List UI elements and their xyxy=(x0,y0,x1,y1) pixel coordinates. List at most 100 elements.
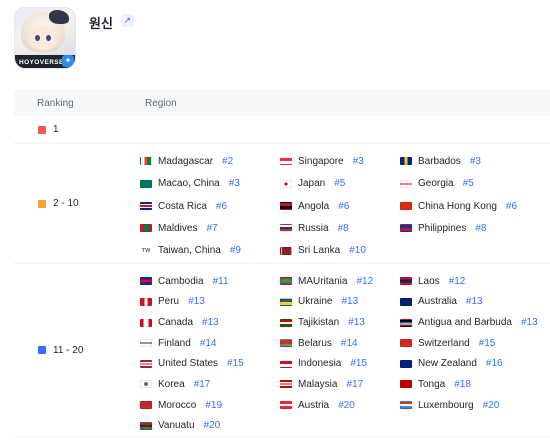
region-item: Philippines #8 xyxy=(400,218,550,239)
rank-range-label: 1 xyxy=(53,124,59,135)
region-rank-link[interactable]: #12 xyxy=(449,276,466,287)
flag-icon xyxy=(280,339,292,348)
region-rank-link[interactable]: #14 xyxy=(200,338,217,349)
region-name: United States xyxy=(158,358,219,370)
flag-icon xyxy=(280,318,292,327)
region-rank-link[interactable]: #9 xyxy=(230,245,241,256)
region-list: Cambodia #11 MAUritania #12 Laos #12 Peru #13 Uk… xyxy=(140,264,550,436)
character-eye xyxy=(35,35,40,41)
region-name: Canada xyxy=(158,317,194,329)
flag-icon xyxy=(400,157,412,166)
region-name: Tajikistan xyxy=(298,317,340,329)
region-rank-link[interactable]: #16 xyxy=(486,358,503,369)
region-rank-link[interactable]: #17 xyxy=(346,379,363,390)
region-rank-link[interactable]: #8 xyxy=(338,223,349,234)
flag-icon xyxy=(400,202,412,211)
flag-icon xyxy=(280,359,292,368)
character-hat xyxy=(49,10,69,24)
table-row: 2 - 10 Madagascar #2 Singapore #3 Barbados #3 M… xyxy=(14,144,550,264)
region-rank-link[interactable]: #18 xyxy=(454,379,471,390)
region-rank-link[interactable]: #12 xyxy=(356,276,373,287)
flag-icon xyxy=(400,339,412,348)
region-item: Costa Rica #6 xyxy=(140,196,280,217)
flag-icon xyxy=(140,401,152,410)
region-rank-link[interactable]: #15 xyxy=(350,358,367,369)
region-name: Russia xyxy=(298,222,329,234)
region-item: Australia #13 xyxy=(400,292,550,313)
app-title-row: 원신 ↗ xyxy=(89,13,134,31)
app-store-icon: ✦ xyxy=(62,55,74,67)
ranking-table: Ranking Region 1 2 - 10 Madagascar #2 Singap… xyxy=(14,90,550,437)
flag-icon xyxy=(140,318,152,327)
region-rank-link[interactable]: #13 xyxy=(188,296,205,307)
region-rank-link[interactable]: #13 xyxy=(521,317,538,328)
region-rank-link[interactable]: #6 xyxy=(338,201,349,212)
table-header: Ranking Region xyxy=(14,90,550,116)
region-rank-link[interactable]: #13 xyxy=(341,296,358,307)
region-item: Korea #17 xyxy=(140,374,280,395)
region-name: Peru xyxy=(158,296,180,308)
region-rank-link[interactable]: #13 xyxy=(348,317,365,328)
flag-icon xyxy=(280,297,292,306)
region-name: Australia xyxy=(418,296,457,308)
region-rank-link[interactable]: #10 xyxy=(349,245,366,256)
table-row: 1 xyxy=(14,116,550,144)
region-name: MAUritania xyxy=(298,275,348,287)
region-item: New Zealand #16 xyxy=(400,354,550,375)
region-rank-link[interactable]: #17 xyxy=(194,379,211,390)
rank-cell: 1 xyxy=(14,116,140,143)
flag-icon xyxy=(400,401,412,410)
region-rank-link[interactable]: #5 xyxy=(463,178,474,189)
region-item: Tonga #18 xyxy=(400,374,550,395)
app-icon[interactable]: HOYOVERSE ✦ xyxy=(14,7,76,69)
region-item: Sri Lanka #10 xyxy=(280,241,400,262)
region-rank-link[interactable]: #13 xyxy=(466,296,483,307)
rank-cell: 2 - 10 xyxy=(14,144,140,263)
flag-icon xyxy=(280,224,292,233)
region-rank-link[interactable]: #8 xyxy=(475,223,486,234)
region-item: Ukraine #13 xyxy=(280,292,400,313)
region-rank-link[interactable]: #3 xyxy=(470,156,481,167)
region-rank-link[interactable]: #15 xyxy=(479,338,496,349)
region-rank-link[interactable]: #20 xyxy=(338,400,355,411)
region-item: China Hong Kong #6 xyxy=(400,196,550,217)
region-rank-link[interactable]: #6 xyxy=(216,201,227,212)
region-rank-link[interactable]: #14 xyxy=(341,338,358,349)
region-rank-link[interactable]: #20 xyxy=(483,400,500,411)
region-item: TW Taiwan, China #9 xyxy=(140,241,280,262)
region-rank-link[interactable]: #6 xyxy=(506,201,517,212)
flag-icon xyxy=(280,246,292,255)
rank-color-swatch xyxy=(38,125,46,134)
region-rank-link[interactable]: #19 xyxy=(205,400,222,411)
region-item: Maldives #7 xyxy=(140,218,280,239)
external-link-icon[interactable]: ↗ xyxy=(120,14,134,27)
region-list: Madagascar #2 Singapore #3 Barbados #3 Macao, … xyxy=(140,144,550,263)
region-rank-link[interactable]: #20 xyxy=(204,420,221,431)
flag-icon xyxy=(400,359,412,368)
region-rank-link[interactable]: #11 xyxy=(213,276,229,287)
region-name: Luxembourg xyxy=(418,399,474,411)
region-rank-link[interactable]: #5 xyxy=(334,178,345,189)
app-header: HOYOVERSE ✦ 원신 ↗ xyxy=(14,7,134,73)
region-name: China Hong Kong xyxy=(418,200,497,212)
character-eye xyxy=(46,35,51,41)
region-rank-link[interactable]: #13 xyxy=(202,317,219,328)
region-item: Austria #20 xyxy=(280,395,400,416)
region-name: Indonesia xyxy=(298,358,342,370)
flag-icon xyxy=(280,202,292,211)
region-name: Malaysia xyxy=(298,378,338,390)
region-rank-link[interactable]: #7 xyxy=(206,223,217,234)
region-name: Maldives xyxy=(158,222,198,234)
flag-icon xyxy=(400,179,412,188)
region-name: Georgia xyxy=(418,178,454,190)
region-rank-link[interactable]: #3 xyxy=(353,156,364,167)
region-item: Malaysia #17 xyxy=(280,374,400,395)
table-body: 1 2 - 10 Madagascar #2 Singapore #3 Barbados #3… xyxy=(14,116,550,437)
flag-icon xyxy=(140,421,152,430)
region-rank-link[interactable]: #3 xyxy=(229,178,240,189)
region-rank-link[interactable]: #2 xyxy=(222,156,233,167)
region-rank-link[interactable]: #15 xyxy=(227,358,244,369)
flag-icon xyxy=(140,179,152,188)
column-header-ranking: Ranking xyxy=(37,97,74,109)
region-name: Taiwan, China xyxy=(158,245,221,257)
